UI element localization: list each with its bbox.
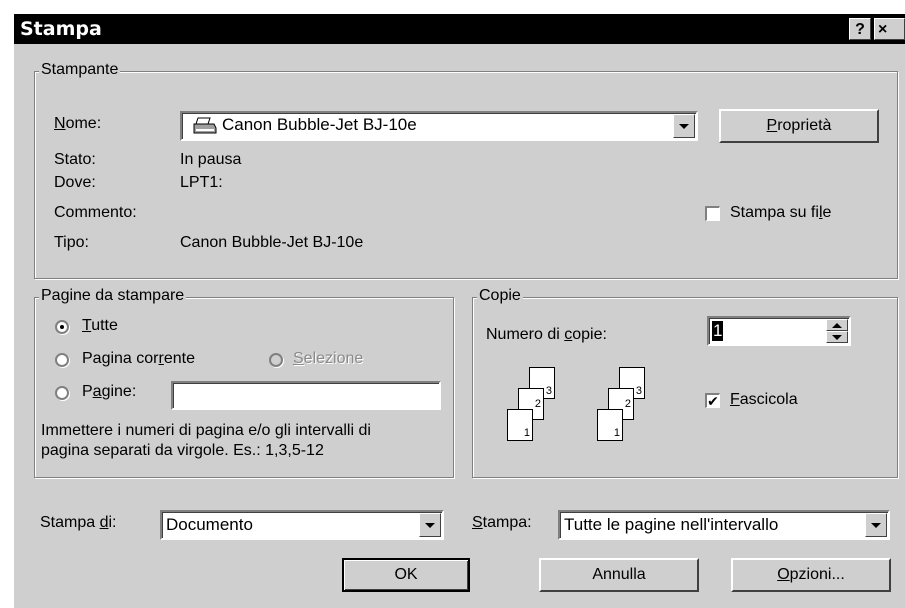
print-label: Stampa:: [472, 514, 532, 531]
properties-button[interactable]: Proprietà: [719, 109, 879, 143]
printer-group-label: Stampante: [39, 61, 121, 79]
print-range-value: Tutte le pagine nell'intervallo: [564, 515, 779, 534]
collate-stack-1-icon: 3 2 1: [507, 367, 577, 457]
spin-up-icon[interactable]: [826, 319, 848, 331]
radio-all-label[interactable]: Tutte: [82, 317, 118, 335]
title-bar[interactable]: Stampa ? ×: [14, 14, 905, 44]
printer-icon: [192, 116, 218, 139]
copies-count-stepper[interactable]: 1: [707, 316, 851, 346]
options-button[interactable]: Opzioni...: [731, 558, 891, 592]
status-label: Stato:: [54, 151, 96, 168]
name-label: Nome:: [54, 115, 102, 132]
range-hint-line-1: Immettere i numeri di pagina e/o gli int…: [41, 422, 371, 439]
radio-pages[interactable]: [55, 386, 69, 400]
ok-button[interactable]: OK: [342, 558, 470, 592]
radio-pages-label[interactable]: Pagine:: [82, 383, 136, 401]
close-icon: ×: [878, 21, 888, 38]
print-what-dropdown[interactable]: Documento: [160, 510, 444, 540]
page-range-group-label: Pagine da stampare: [39, 287, 187, 305]
printer-name-dropdown[interactable]: Canon Bubble-Jet BJ-10e: [180, 111, 698, 141]
radio-selection: [269, 353, 283, 367]
print-dialog: Stampa ? × Stampante Nome: Canon Bubble-…: [14, 14, 905, 608]
pages-input[interactable]: [171, 381, 441, 410]
collate-stack-2-icon: 3 2 1: [597, 367, 667, 457]
printer-name-value: Canon Bubble-Jet BJ-10e: [222, 115, 417, 134]
radio-selection-label: Selezione: [293, 350, 364, 367]
status-value: In pausa: [180, 151, 242, 168]
printer-group: Stampante: [34, 61, 898, 279]
window-title: Stampa: [20, 18, 102, 40]
help-icon: ?: [855, 21, 865, 38]
chevron-down-icon[interactable]: [865, 513, 887, 537]
where-label: Dove:: [54, 174, 96, 191]
collate-label[interactable]: Fascicola: [730, 391, 798, 409]
help-button[interactable]: ?: [849, 18, 871, 40]
type-value: Canon Bubble-Jet BJ-10e: [180, 234, 364, 251]
chevron-down-icon[interactable]: [419, 513, 441, 537]
chevron-down-icon[interactable]: [673, 114, 695, 138]
type-label: Tipo:: [54, 234, 89, 251]
close-button[interactable]: ×: [874, 18, 905, 40]
print-to-file-checkbox[interactable]: [705, 206, 720, 221]
check-icon: ✔: [707, 393, 719, 409]
comment-label: Commento:: [54, 204, 137, 221]
collate-checkbox[interactable]: ✔: [705, 393, 720, 408]
range-hint-line-2: pagina separati da virgole. Es.: 1,3,5-1…: [41, 442, 324, 459]
copies-count-label: Numero di copie:: [486, 326, 607, 343]
radio-current-page[interactable]: [55, 353, 69, 367]
radio-all[interactable]: [55, 320, 69, 334]
radio-current-page-label[interactable]: Pagina corrente: [82, 350, 195, 368]
copies-group-label: Copie: [477, 287, 523, 305]
print-to-file-label[interactable]: Stampa su file: [730, 204, 831, 222]
where-value: LPT1:: [180, 174, 223, 191]
print-what-value: Documento: [166, 515, 253, 534]
print-range-dropdown[interactable]: Tutte le pagine nell'intervallo: [558, 510, 890, 540]
spin-down-icon[interactable]: [826, 331, 848, 343]
cancel-button[interactable]: Annulla: [539, 558, 699, 592]
copies-count-value: 1: [712, 321, 724, 341]
print-what-label: Stampa di:: [40, 514, 117, 531]
